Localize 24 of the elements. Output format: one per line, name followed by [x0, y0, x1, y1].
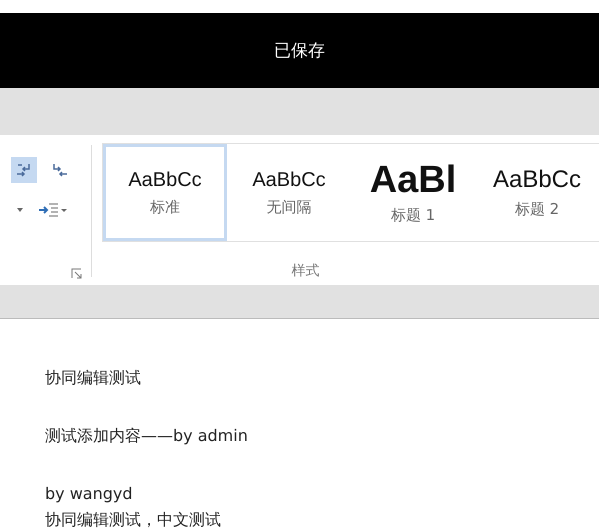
style-name: 标准	[150, 198, 180, 216]
document-line: by wangyd	[45, 483, 133, 505]
dialog-launcher-icon[interactable]	[72, 268, 82, 278]
style-preview: AaBbCc	[492, 166, 582, 194]
dropdown-caret-icon[interactable]	[17, 208, 24, 212]
document-line: 协同编辑测试，中文测试	[45, 509, 221, 531]
style-option[interactable]: AaBl 标题 1	[351, 144, 475, 241]
style-preview: AaBl	[370, 160, 456, 200]
style-preview: AaBbCc	[252, 168, 326, 192]
text-direction-icon	[53, 163, 68, 177]
style-name: 标题 2	[514, 200, 560, 219]
style-preview: AaBbCc	[128, 168, 202, 192]
ltr-direction-button[interactable]	[11, 157, 38, 183]
style-option[interactable]: AaBbCc 标题 2	[475, 144, 599, 241]
text-direction-icon	[16, 163, 30, 177]
style-option[interactable]: AaBbCc 标准	[103, 144, 227, 241]
document-line: 协同编辑测试	[45, 367, 141, 389]
document-line: 测试添加内容——by admin	[45, 425, 248, 447]
group-label: 样式	[290, 262, 320, 280]
style-option[interactable]: AaBbCc 无间隔	[227, 144, 351, 241]
indent-icon	[38, 204, 68, 216]
style-name: 标题 1	[390, 206, 436, 225]
save-status: 已保存	[274, 40, 325, 62]
style-name: 无间隔	[266, 198, 312, 216]
